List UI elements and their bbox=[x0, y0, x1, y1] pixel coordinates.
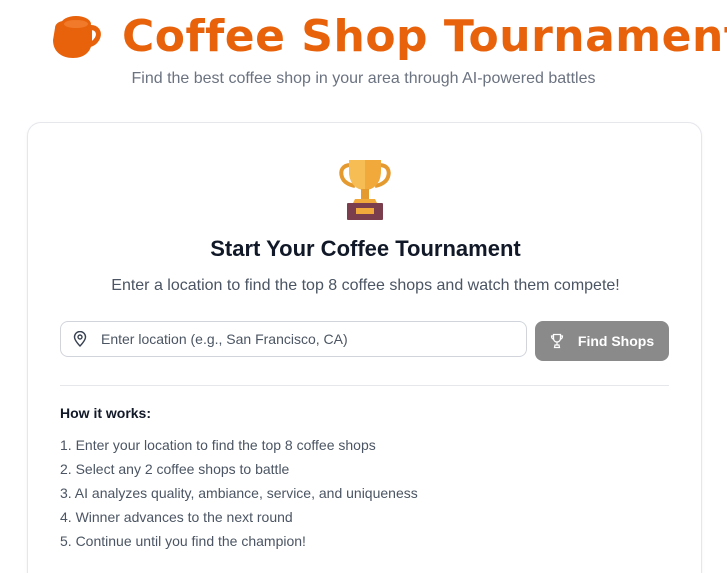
header: Coffee Shop Tournament Find the best cof… bbox=[0, 0, 727, 100]
map-pin-icon bbox=[73, 330, 87, 347]
page-title: Coffee Shop Tournament bbox=[122, 11, 727, 62]
list-item: 1. Enter your location to find the top 8… bbox=[60, 437, 376, 453]
location-search[interactable] bbox=[60, 321, 527, 357]
card-title: Start Your Coffee Tournament bbox=[210, 236, 521, 261]
card-description: Enter a location to find the top 8 coffe… bbox=[111, 277, 620, 294]
list-item: 2. Select any 2 coffee shops to battle bbox=[60, 461, 290, 477]
coffee-cup-icon bbox=[48, 12, 102, 62]
divider bbox=[60, 385, 669, 386]
list-item: 3. AI analyzes quality, ambiance, servic… bbox=[60, 485, 418, 501]
tournament-card: Start Your Coffee Tournament Enter a loc… bbox=[27, 122, 702, 573]
trophy-outline-icon bbox=[550, 333, 564, 349]
page: Coffee Shop Tournament Find the best cof… bbox=[0, 0, 727, 573]
brand: Coffee Shop Tournament bbox=[48, 12, 727, 62]
list-item: 4. Winner advances to the next round bbox=[60, 509, 293, 525]
list-item: 5. Continue until you find the champion! bbox=[60, 533, 306, 549]
find-shops-label: Find Shops bbox=[577, 333, 655, 349]
trophy-icon bbox=[338, 157, 392, 221]
page-subtitle: Find the best coffee shop in your area t… bbox=[131, 70, 596, 87]
how-it-works-list: 1. Enter your location to find the top 8… bbox=[60, 433, 418, 553]
how-it-works-title: How it works: bbox=[60, 405, 152, 421]
find-shops-button[interactable]: Find Shops bbox=[535, 321, 669, 361]
location-input[interactable] bbox=[101, 331, 521, 347]
